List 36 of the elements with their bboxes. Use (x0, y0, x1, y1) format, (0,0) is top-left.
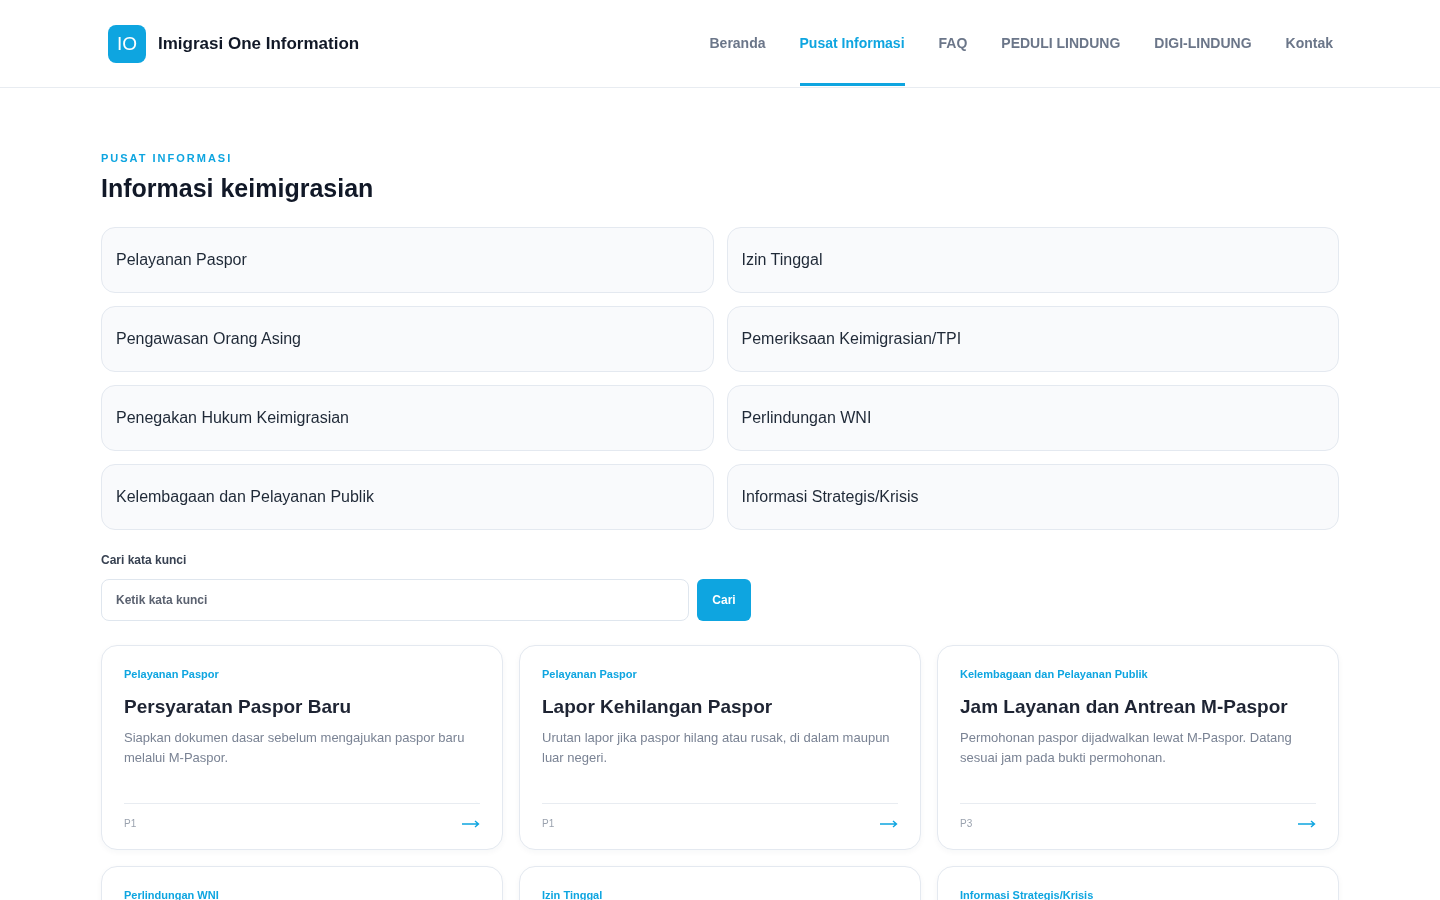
topic-button[interactable]: Penegakan Hukum Keimigrasian (101, 385, 714, 451)
article-card[interactable]: Pelayanan Paspor Persyaratan Paspor Baru Siapkan dokumen dasar sebelum mengajukan paspor baru melalui M-Paspor. P1 (101, 645, 503, 850)
section-eyebrow: PUSAT INFORMASI (101, 152, 234, 164)
nav-link[interactable]: Kontak (1285, 0, 1333, 86)
article-card[interactable]: Pelayanan Paspor Lapor Kehilangan Paspor Urutan lapor jika paspor hilang atau rusak, di dalam maupun luar negeri. P1 (519, 645, 921, 850)
topic-button[interactable]: Pengawasan Orang Asing (101, 306, 714, 372)
nav-link[interactable]: Beranda (709, 0, 766, 86)
article-card[interactable]: Kelembagaan dan Pelayanan Publik Jam Layanan dan Antrean M-Paspor Permohonan paspor dijadwalkan lewat M-Paspor. Datang sesuai jam pada bukti permohonan. P3 (937, 645, 1339, 850)
search-label: Cari kata kunci (101, 553, 188, 567)
article-summary: Permohonan paspor dijadwalkan lewat M-Paspor. Datang sesuai jam pada bukti permohonan. (960, 729, 1293, 767)
article-category: Pelayanan Paspor (124, 668, 219, 680)
topic-button[interactable]: Pelayanan Paspor (101, 227, 714, 293)
search-field[interactable]: Ketik kata kunci (101, 579, 689, 621)
article-title: Persyaratan Paspor Baru (124, 696, 352, 718)
topic-button[interactable]: Perlindungan WNI (726, 385, 1339, 451)
topic-button[interactable]: Izin Tinggal (726, 227, 1339, 293)
topic-button[interactable]: Kelembagaan dan Pelayanan Publik (101, 464, 714, 530)
article-code: P1 (542, 818, 555, 829)
article-title: Jam Layanan dan Antrean M-Paspor (960, 696, 1288, 718)
article-code: P1 (124, 818, 137, 829)
arrow-right-icon[interactable] (880, 819, 898, 828)
article-title: Lapor Kehilangan Paspor (542, 696, 773, 718)
arrow-right-icon[interactable] (1298, 819, 1316, 828)
nav-link[interactable]: PEDULI LINDUNG (1001, 0, 1121, 86)
article-summary: Urutan lapor jika paspor hilang atau rusak, di dalam maupun luar negeri. (542, 729, 891, 767)
nav-link[interactable]: FAQ (938, 0, 968, 86)
arrow-right-icon[interactable] (462, 819, 480, 828)
article-summary: Siapkan dokumen dasar sebelum mengajukan paspor baru melalui M-Paspor. (124, 729, 466, 767)
article-category: Pelayanan Paspor (542, 668, 637, 680)
article-category: Kelembagaan dan Pelayanan Publik (960, 668, 1148, 680)
article-code: P3 (960, 818, 973, 829)
section-title: Informasi keimigrasian (101, 174, 375, 203)
topic-button[interactable]: Pemeriksaan Keimigrasian/TPI (726, 306, 1339, 372)
site-title: Imigrasi One Information (158, 33, 360, 54)
topic-button[interactable]: Informasi Strategis/Krisis (726, 464, 1339, 530)
nav-link[interactable]: DIGI-LINDUNG (1154, 0, 1252, 86)
